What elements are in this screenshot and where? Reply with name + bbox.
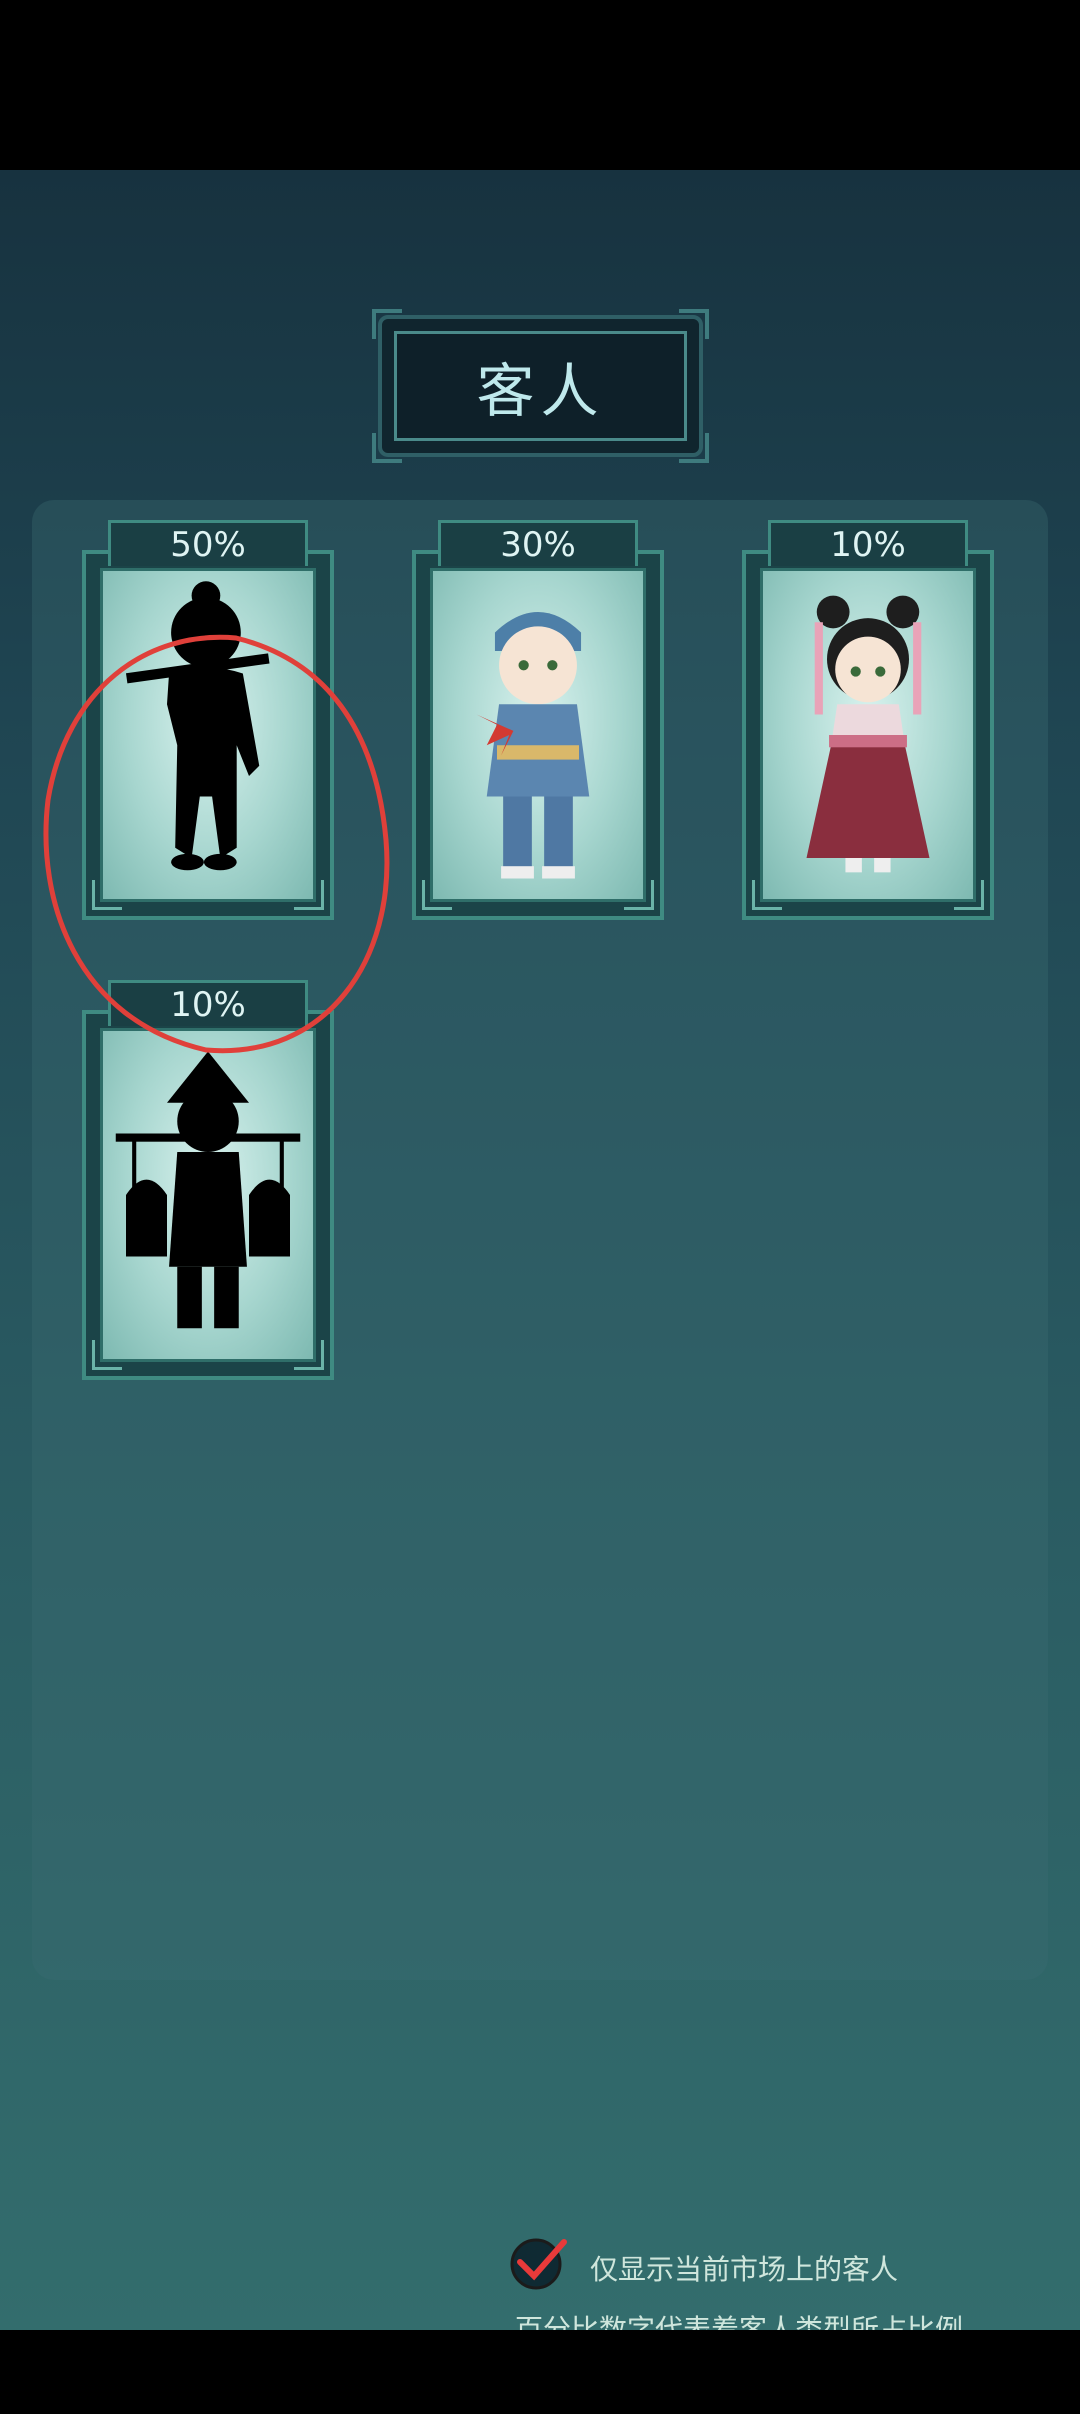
page-title: 客人 xyxy=(476,357,605,425)
silhouette-icon xyxy=(115,1051,301,1329)
boy-character-icon xyxy=(476,612,590,879)
customer-portrait xyxy=(100,1028,316,1362)
customer-portrait xyxy=(430,568,646,902)
customer-card[interactable]: 10% xyxy=(742,520,994,920)
customer-portrait xyxy=(760,568,976,902)
annotation-circle xyxy=(43,634,390,1054)
filter-label[interactable]: 仅显示当前市场上的客人 xyxy=(590,2248,898,2288)
percent-label: 30% xyxy=(438,520,638,566)
percent-label: 50% xyxy=(108,520,308,566)
girl-character-icon xyxy=(806,595,930,873)
footnote: 百分比数字代表着客人类型所占比例 xyxy=(515,2313,964,2330)
title-plaque: 客人 xyxy=(372,309,709,463)
percent-label: 10% xyxy=(768,520,968,566)
status-bar xyxy=(0,0,1080,170)
customer-card[interactable]: 30% xyxy=(412,520,664,920)
filter-checkbox[interactable] xyxy=(508,2232,568,2292)
navigation-bar xyxy=(0,2330,1080,2414)
customers-screen: 客人 50% 30% 10% 10% 仅显示当前市场上的客人 百分比数字代表着客… xyxy=(0,170,1080,2330)
